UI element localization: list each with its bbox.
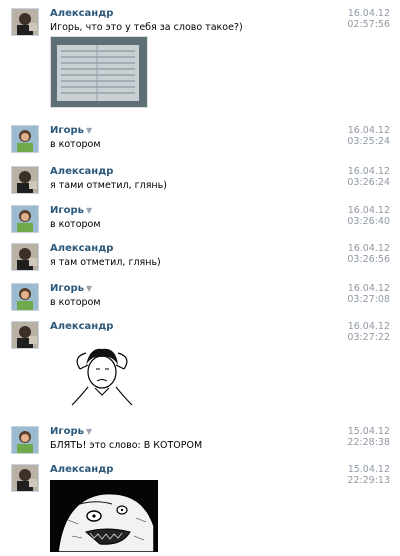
avatar[interactable]: [11, 243, 39, 271]
author-name[interactable]: Александр: [50, 166, 113, 178]
timestamp: 16.04.12 03:26:56: [347, 243, 390, 265]
timestamp: 16.04.12 03:26:40: [347, 205, 390, 227]
attached-photo[interactable]: [50, 36, 148, 108]
chevron-down-icon[interactable]: ▼: [86, 206, 92, 215]
meme-image[interactable]: [50, 480, 158, 552]
author-name[interactable]: Александр: [50, 243, 113, 255]
message-text: я тами отметил, глянь): [50, 180, 167, 191]
chevron-down-icon[interactable]: ▼: [86, 284, 92, 293]
timestamp: 15.04.12 22:29:13: [347, 464, 390, 486]
timestamp: 15.04.12 22:28:38: [347, 426, 390, 448]
avatar[interactable]: [11, 426, 39, 454]
avatar[interactable]: [11, 205, 39, 233]
timestamp: 16.04.12 03:26:24: [347, 166, 390, 188]
author-name[interactable]: Игорь ▼: [50, 426, 92, 438]
avatar[interactable]: [11, 8, 39, 36]
message-text: в котором: [50, 139, 101, 150]
author-name[interactable]: Игорь ▼: [50, 205, 92, 217]
timestamp: 16.04.12 02:57:56: [347, 8, 390, 30]
message-text: БЛЯТЬ! это слово: В КОТОРОМ: [50, 440, 203, 451]
author-name[interactable]: Игорь ▼: [50, 125, 92, 137]
author-name[interactable]: Александр: [50, 321, 113, 333]
timestamp: 16.04.12 03:27:08: [347, 283, 390, 305]
avatar[interactable]: [11, 125, 39, 153]
message-text: в котором: [50, 297, 101, 308]
avatar[interactable]: [11, 283, 39, 311]
meme-image[interactable]: [50, 339, 154, 409]
author-name[interactable]: Александр: [50, 464, 113, 476]
message-text: я там отметил, глянь): [50, 257, 161, 268]
avatar[interactable]: [11, 166, 39, 194]
avatar[interactable]: [11, 464, 39, 492]
message-text: Игорь, что это у тебя за слово такое?): [50, 22, 243, 33]
chevron-down-icon[interactable]: ▼: [86, 126, 92, 135]
timestamp: 16.04.12 03:27:22: [347, 321, 390, 343]
timestamp: 16.04.12 03:25:24: [347, 125, 390, 147]
avatar[interactable]: [11, 321, 39, 349]
author-name[interactable]: Игорь ▼: [50, 283, 92, 295]
author-name[interactable]: Александр: [50, 8, 113, 20]
chevron-down-icon[interactable]: ▼: [86, 427, 92, 436]
message-text: в котором: [50, 219, 101, 230]
